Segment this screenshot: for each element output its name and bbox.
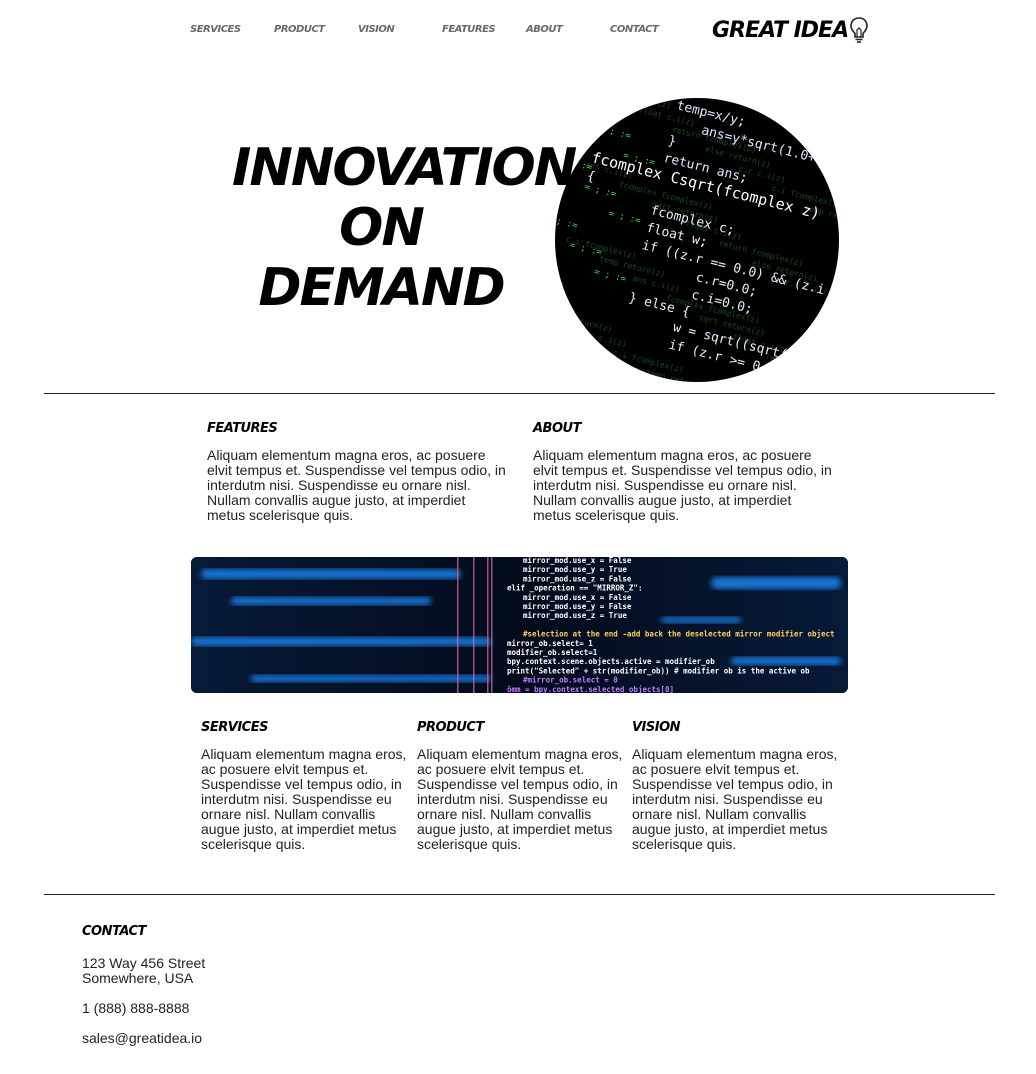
section-body: Aliquam elementum magna eros, ac posuere…	[417, 746, 623, 852]
code-accent: = ; :=	[583, 182, 618, 200]
address-line-1: 123 Way 456 Street	[82, 955, 206, 971]
section-divider	[44, 393, 995, 394]
code-line: }	[666, 133, 677, 149]
code-line: ômm = bpy.context.selected_objects[0]	[507, 685, 674, 693]
section-heading: ABOUT	[533, 421, 581, 436]
code-line: mirror_mod.use_z = False	[523, 574, 632, 583]
logo-text: GREAT IDEA	[712, 17, 849, 43]
contact-address: 123 Way 456 Street Somewhere, USA	[82, 956, 205, 986]
code-line: mirror_mod.use_y = True	[523, 565, 627, 574]
nav-link-services[interactable]: SERVICES	[190, 24, 241, 35]
logo[interactable]: GREAT IDEA	[712, 16, 869, 44]
nav-link-vision[interactable]: VISION	[358, 24, 395, 35]
nav-link-features[interactable]: FEATURES	[442, 24, 496, 35]
code-accent: = ; :=	[555, 272, 564, 290]
code-line: mirror_mod.use_z = True	[523, 611, 627, 620]
code-screen-graphic: fcomplex fcomplex(z)sqrt return(z)float …	[555, 98, 839, 382]
code-line: print("Selected" + str(modifier_ob)) # m…	[507, 666, 810, 675]
contact-phone[interactable]: 1 (888) 888-8888	[82, 1001, 189, 1016]
section-heading: SERVICES	[201, 720, 268, 735]
vision-block: VISION Aliquam elementum magna eros, ac …	[632, 720, 842, 852]
section-heading: PRODUCT	[417, 720, 484, 735]
banner-code-graphic: mirror_mod.use_x = Falsemirror_mod.use_y…	[191, 557, 848, 693]
product-block: PRODUCT Aliquam elementum magna eros, ac…	[417, 720, 627, 852]
code-line: } else {	[627, 290, 691, 320]
code-line: mirror_ob.select= 1	[507, 639, 593, 648]
code-line: mirror_mod.use_x = False	[523, 593, 632, 602]
contact-email[interactable]: sales@greatidea.io	[82, 1031, 202, 1046]
hero-title-line: ON	[339, 198, 425, 258]
section-body: Aliquam elementum magna eros, ac posuere…	[201, 746, 407, 852]
light-line	[487, 557, 489, 693]
code-accent: = ; :=	[607, 209, 642, 227]
code-fragment: else return(z)	[555, 309, 613, 334]
contact-heading: CONTACT	[82, 924, 146, 939]
nav-link-about[interactable]: ABOUT	[526, 24, 563, 35]
light-line	[491, 557, 493, 693]
code-accent: = ; :=	[598, 124, 633, 142]
light-streak	[661, 617, 741, 623]
lightbulb-icon	[850, 17, 868, 43]
features-block: FEATURES Aliquam elementum magna eros, a…	[207, 421, 507, 523]
light-line	[457, 557, 459, 693]
nav-link-contact[interactable]: CONTACT	[610, 24, 659, 35]
services-block: SERVICES Aliquam elementum magna eros, a…	[201, 720, 411, 852]
code-line: #selection at the end -add back the dese…	[523, 630, 835, 639]
hero-title-line: INNOVATION	[232, 138, 577, 198]
code-line: bpy.context.scene.objects.active = modif…	[507, 657, 715, 666]
hero-title: INNOVATION ON DEMAND	[232, 138, 577, 318]
light-streak	[711, 577, 841, 589]
hero-title-line: DEMAND	[258, 258, 505, 318]
section-body: Aliquam elementum magna eros, ac posuere…	[207, 447, 506, 523]
code-accent: = ; :=	[573, 98, 608, 115]
code-line: mirror_mod.use_y = False	[523, 602, 632, 611]
light-streak	[731, 657, 841, 665]
section-divider	[44, 894, 995, 895]
light-streak	[251, 675, 491, 682]
hero-code-image: fcomplex fcomplex(z)sqrt return(z)float …	[555, 98, 839, 382]
light-streak	[191, 637, 491, 646]
email-link[interactable]: sales@greatidea.io	[82, 1030, 202, 1046]
code-fragment: sqrt return(z)	[605, 98, 673, 111]
light-streak	[201, 569, 461, 579]
address-line-2: Somewhere, USA	[82, 970, 194, 986]
code-line: mirror_mod.use_x = False	[523, 557, 632, 565]
code-accent: = ; :=	[593, 267, 628, 285]
light-streak	[231, 597, 431, 605]
nav-link-product[interactable]: PRODUCT	[274, 24, 325, 35]
code-line: modifier_ob.select=1	[507, 648, 598, 657]
section-body: Aliquam elementum magna eros, ac posuere…	[632, 746, 838, 852]
code-line: #mirror_ob.select = 0	[523, 676, 618, 685]
section-heading: FEATURES	[207, 421, 278, 436]
code-line: elif _operation == "MIRROR_Z":	[507, 584, 642, 593]
section-heading: VISION	[632, 720, 681, 735]
code-banner-image: mirror_mod.use_x = False mirror_mod.use_y…	[191, 557, 848, 693]
code-accent: = ; :=	[555, 214, 579, 232]
section-body: Aliquam elementum magna eros, ac posuere…	[533, 447, 832, 523]
light-line	[473, 557, 475, 693]
about-block: ABOUT Aliquam elementum magna eros, ac p…	[533, 421, 833, 523]
